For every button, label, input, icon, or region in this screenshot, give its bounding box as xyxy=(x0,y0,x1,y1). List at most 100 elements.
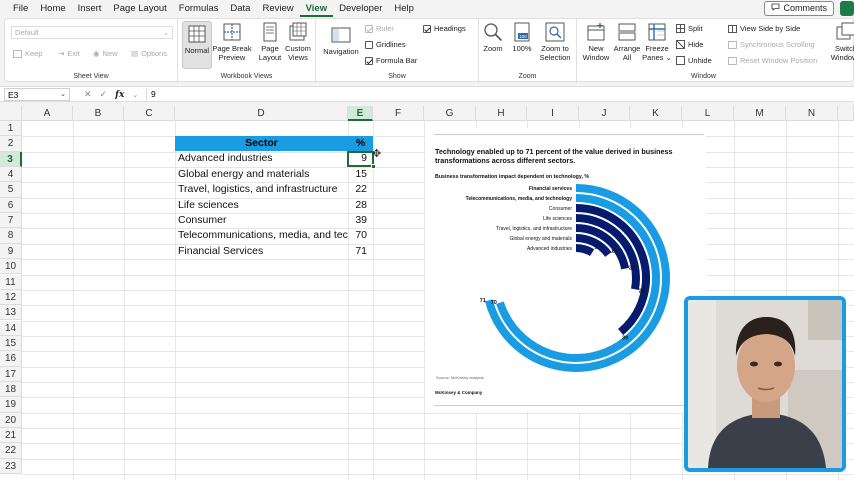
row-header[interactable]: 12 xyxy=(0,289,22,306)
tab-home[interactable]: Home xyxy=(34,0,71,17)
custom-views-button[interactable]: Custom Views xyxy=(284,22,312,62)
insert-function-icon[interactable]: fx xyxy=(115,90,124,100)
pct-cell[interactable]: 39 xyxy=(348,213,373,228)
row-header[interactable]: 18 xyxy=(0,381,22,398)
page-layout-button[interactable]: Page Layout xyxy=(256,22,284,62)
tab-view[interactable]: View xyxy=(299,0,334,17)
tab-developer[interactable]: Developer xyxy=(333,0,388,17)
tab-insert[interactable]: Insert xyxy=(72,0,108,17)
formula-input[interactable]: 9 xyxy=(146,88,156,101)
unhide-button[interactable]: Unhide xyxy=(676,56,712,65)
headings-checkbox[interactable]: Headings xyxy=(423,24,466,33)
row-header[interactable]: 13 xyxy=(0,305,22,321)
sector-cell[interactable]: Telecommunications, media, and technolog… xyxy=(178,228,348,243)
row-header[interactable]: 8 xyxy=(0,228,22,244)
column-header-l[interactable]: L xyxy=(682,106,734,121)
ruler-checkbox[interactable]: Ruler xyxy=(365,24,394,33)
view-side-by-side-button[interactable]: View Side by Side xyxy=(728,24,800,33)
sector-cell[interactable]: Advanced industries xyxy=(178,151,348,166)
gridlines-checkbox[interactable]: Gridlines xyxy=(365,40,406,49)
exit-button[interactable]: ⇥ Exit xyxy=(58,49,80,58)
navigation-button[interactable]: Navigation xyxy=(319,25,363,56)
name-box[interactable]: E3 ⌄ xyxy=(4,88,70,101)
select-all-corner[interactable] xyxy=(0,106,22,121)
zoom-button[interactable]: Zoom xyxy=(482,22,504,53)
row-header[interactable]: 15 xyxy=(0,335,22,352)
row-header[interactable]: 5 xyxy=(0,182,22,198)
column-header-k[interactable]: K xyxy=(630,106,682,121)
switch-windows-button[interactable]: Switch Windows xyxy=(831,22,854,62)
formula-bar-checkbox[interactable]: Formula Bar xyxy=(365,56,417,65)
sector-cell[interactable]: Financial Services xyxy=(178,244,348,259)
row-header[interactable]: 9 xyxy=(0,243,22,260)
column-header-j[interactable]: J xyxy=(579,106,630,121)
new-sheet-view-button[interactable]: ◉ New xyxy=(93,49,118,58)
column-header-f[interactable]: F xyxy=(373,106,424,121)
active-cell-selection[interactable] xyxy=(347,151,376,169)
tab-review[interactable]: Review xyxy=(256,0,299,17)
tab-file[interactable]: File xyxy=(0,0,34,17)
check-icon[interactable]: ✓ xyxy=(100,89,108,100)
column-header-g[interactable]: G xyxy=(424,106,476,121)
pct-cell[interactable]: 71 xyxy=(348,244,373,259)
row-header[interactable]: 19 xyxy=(0,397,22,413)
reset-window-position-button[interactable]: Reset Window Position xyxy=(728,56,817,65)
page-break-preview-button[interactable]: Page Break Preview xyxy=(211,22,253,62)
sector-cell[interactable]: Consumer xyxy=(178,213,348,228)
freeze-panes-button[interactable]: Freeze Panes ⌄ xyxy=(642,22,672,62)
hide-button[interactable]: Hide xyxy=(676,40,703,49)
row-header[interactable]: 6 xyxy=(0,197,22,214)
chart-image[interactable]: Technology enabled up to 71 percent of t… xyxy=(426,128,706,412)
tab-page-layout[interactable]: Page Layout xyxy=(107,0,172,17)
column-header-c[interactable]: C xyxy=(124,106,175,121)
share-button[interactable] xyxy=(840,1,854,16)
pct-cell[interactable]: 28 xyxy=(348,198,373,213)
pct-cell[interactable]: 70 xyxy=(348,228,373,243)
row-header[interactable]: 22 xyxy=(0,443,22,459)
row-header[interactable]: 3 xyxy=(0,151,22,167)
chevron-down-icon[interactable]: ⌄ xyxy=(132,91,138,99)
row-header[interactable]: 4 xyxy=(0,167,22,183)
column-header-m[interactable]: M xyxy=(734,106,786,121)
options-button[interactable]: ▤ Options xyxy=(131,49,167,58)
row-header[interactable]: 16 xyxy=(0,351,22,367)
column-header-b[interactable]: B xyxy=(73,106,124,121)
row-header[interactable]: 14 xyxy=(0,320,22,336)
tab-data[interactable]: Data xyxy=(224,0,256,17)
tab-help[interactable]: Help xyxy=(388,0,420,17)
normal-view-button[interactable]: Normal xyxy=(182,21,212,69)
column-header-i[interactable]: I xyxy=(527,106,579,121)
column-header-e[interactable]: E xyxy=(348,106,373,121)
row-header[interactable]: 2 xyxy=(0,136,22,152)
column-header-n[interactable]: N xyxy=(786,106,838,121)
column-header-d[interactable]: D xyxy=(175,106,348,121)
sector-cell[interactable]: Travel, logistics, and infrastructure xyxy=(178,182,348,197)
keep-button[interactable]: Keep xyxy=(13,49,43,58)
row-header[interactable]: 21 xyxy=(0,428,22,444)
zoom-100-button[interactable]: 100 100% xyxy=(510,22,534,53)
row-header[interactable]: 23 xyxy=(0,458,22,474)
comments-button[interactable]: Comments xyxy=(764,1,834,16)
sector-cell[interactable]: Global energy and materials xyxy=(178,167,348,182)
split-button[interactable]: Split xyxy=(676,24,703,33)
fill-handle[interactable] xyxy=(371,164,376,169)
new-window-button[interactable]: New Window xyxy=(579,22,613,62)
pct-header-cell[interactable]: % xyxy=(348,136,373,151)
cancel-icon[interactable]: ✕ xyxy=(84,89,92,100)
sector-header-cell[interactable]: Sector xyxy=(175,136,348,151)
column-header-h[interactable]: H xyxy=(476,106,527,121)
pct-cell[interactable]: 15 xyxy=(348,167,373,182)
row-header[interactable]: 17 xyxy=(0,366,22,382)
pct-cell[interactable]: 22 xyxy=(348,182,373,197)
row-header[interactable]: 11 xyxy=(0,274,22,290)
zoom-to-selection-button[interactable]: Zoom to Selection xyxy=(536,22,574,62)
sector-cell[interactable]: Life sciences xyxy=(178,198,348,213)
row-header[interactable]: 20 xyxy=(0,412,22,428)
tab-formulas[interactable]: Formulas xyxy=(173,0,225,17)
sheet-view-dropdown[interactable]: Default ⌄ xyxy=(11,26,173,39)
row-header[interactable]: 7 xyxy=(0,213,22,229)
row-header[interactable]: 10 xyxy=(0,259,22,275)
synchronous-scrolling-button[interactable]: Synchronous Scrolling xyxy=(728,40,815,49)
column-header-a[interactable]: A xyxy=(22,106,73,121)
row-header[interactable]: 1 xyxy=(0,121,22,137)
